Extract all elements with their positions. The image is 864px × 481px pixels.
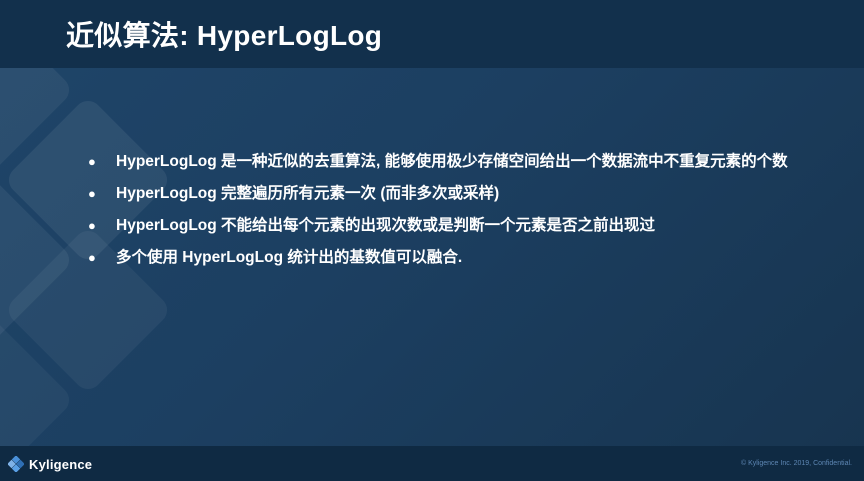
bullet-item: ● HyperLogLog 完整遍历所有元素一次 (而非多次或采样) bbox=[88, 178, 808, 210]
bullet-item: ● HyperLogLog 不能给出每个元素的出现次数或是判断一个元素是否之前出… bbox=[88, 210, 808, 242]
slide: 近似算法: HyperLogLog ● HyperLogLog 是一种近似的去重… bbox=[0, 0, 864, 481]
bullet-text: 多个使用 HyperLogLog 统计出的基数值可以融合. bbox=[116, 249, 463, 266]
bullet-text: HyperLogLog 完整遍历所有元素一次 (而非多次或采样) bbox=[116, 185, 500, 202]
bullet-dot-icon: ● bbox=[88, 250, 96, 265]
bullet-item: ● 多个使用 HyperLogLog 统计出的基数值可以融合. bbox=[88, 242, 808, 274]
bullet-item: ● HyperLogLog 是一种近似的去重算法, 能够使用极少存储空间给出一个… bbox=[88, 146, 808, 178]
kyligence-logo-icon bbox=[8, 456, 24, 472]
bullet-dot-icon: ● bbox=[88, 154, 96, 169]
bullet-dot-icon: ● bbox=[88, 218, 96, 233]
logo-text: Kyligence bbox=[29, 456, 93, 472]
bullet-text: HyperLogLog 是一种近似的去重算法, 能够使用极少存储空间给出一个数据… bbox=[116, 153, 788, 170]
copyright-notice: © Kyligence Inc. 2019, Confidential. bbox=[740, 460, 852, 467]
bullet-list: ● HyperLogLog 是一种近似的去重算法, 能够使用极少存储空间给出一个… bbox=[88, 146, 808, 274]
company-logo: Kyligence bbox=[8, 456, 92, 472]
bullet-dot-icon: ● bbox=[88, 186, 96, 201]
bullet-text: HyperLogLog 不能给出每个元素的出现次数或是判断一个元素是否之前出现过 bbox=[116, 217, 656, 234]
slide-title: 近似算法: HyperLogLog bbox=[66, 20, 383, 51]
footer-bar: Kyligence © Kyligence Inc. 2019, Confide… bbox=[0, 446, 864, 481]
title-bar: 近似算法: HyperLogLog bbox=[0, 0, 864, 68]
